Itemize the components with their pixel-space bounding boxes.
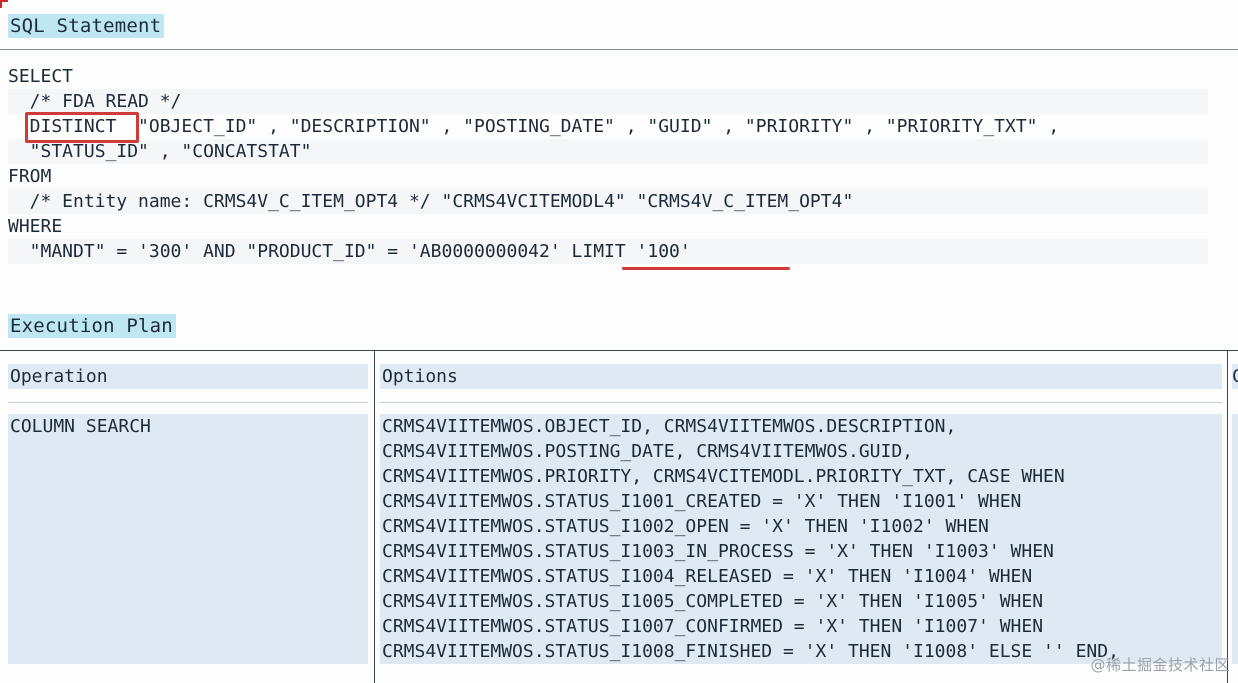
sql-line-select: SELECT bbox=[8, 66, 74, 87]
column-header-partial[interactable]: C bbox=[1232, 364, 1238, 389]
sql-line-entity: /* Entity name: CRMS4V_C_ITEM_OPT4 */ "C… bbox=[8, 189, 1208, 214]
sql-line-from: FROM bbox=[8, 166, 52, 187]
sql-statement-title: SQL Statement bbox=[8, 14, 165, 38]
header-divider bbox=[8, 402, 368, 403]
options-line: CRMS4VIITEMWOS.OBJECT_ID, CRMS4VIITEMWOS… bbox=[382, 416, 957, 437]
table-row[interactable]: COLUMN SEARCH bbox=[8, 414, 368, 664]
options-line: CRMS4VIITEMWOS.POSTING_DATE, CRMS4VIITEM… bbox=[382, 441, 914, 462]
limit-underline bbox=[622, 267, 790, 270]
execution-plan-title: Execution Plan bbox=[8, 314, 176, 338]
options-line: CRMS4VIITEMWOS.PRIORITY, CRMS4VCITEMODL.… bbox=[382, 466, 1065, 487]
options-cell: CRMS4VIITEMWOS.OBJECT_ID, CRMS4VIITEMWOS… bbox=[380, 414, 1222, 664]
column-separator bbox=[1227, 350, 1228, 683]
column-header-operation[interactable]: Operation bbox=[8, 364, 368, 389]
sql-line-condition: "MANDT" = '300' AND "PRODUCT_ID" = 'AB00… bbox=[8, 239, 1208, 264]
corner-marker bbox=[0, 0, 8, 8]
watermark: @稀土掘金技术社区 bbox=[1090, 656, 1230, 674]
sql-trace-view: SQL Statement SELECT /* FDA READ */ DIST… bbox=[0, 0, 1238, 683]
sql-line-comment: /* FDA READ */ bbox=[8, 89, 1208, 114]
options-line: CRMS4VIITEMWOS.STATUS_I1004_RELEASED = '… bbox=[382, 566, 1033, 587]
table-top-border bbox=[0, 350, 1238, 351]
section-divider bbox=[0, 49, 1238, 50]
sql-line-where: WHERE bbox=[8, 216, 63, 237]
column-header-options[interactable]: Options bbox=[380, 364, 1222, 389]
execution-plan-table: Operation Options C COLUMN SEARCH CRMS4V… bbox=[0, 350, 1238, 683]
header-divider bbox=[380, 402, 1222, 403]
sql-line-fields-2: "STATUS_ID" , "CONCATSTAT" bbox=[8, 139, 1208, 164]
operation-cell: COLUMN SEARCH bbox=[10, 416, 151, 437]
column-separator bbox=[374, 350, 375, 683]
distinct-highlight-box bbox=[25, 112, 139, 143]
options-line: CRMS4VIITEMWOS.STATUS_I1005_COMPLETED = … bbox=[382, 591, 1044, 612]
sql-line-fields-1: DISTINCT "OBJECT_ID" , "DESCRIPTION" , "… bbox=[8, 116, 1060, 137]
partial-column-cell bbox=[1232, 414, 1238, 664]
options-line: CRMS4VIITEMWOS.STATUS_I1002_OPEN = 'X' T… bbox=[382, 516, 989, 537]
options-line: CRMS4VIITEMWOS.STATUS_I1007_CONFIRMED = … bbox=[382, 616, 1044, 637]
options-line: CRMS4VIITEMWOS.STATUS_I1003_IN_PROCESS =… bbox=[382, 541, 1054, 562]
options-line: CRMS4VIITEMWOS.STATUS_I1001_CREATED = 'X… bbox=[382, 491, 1022, 512]
